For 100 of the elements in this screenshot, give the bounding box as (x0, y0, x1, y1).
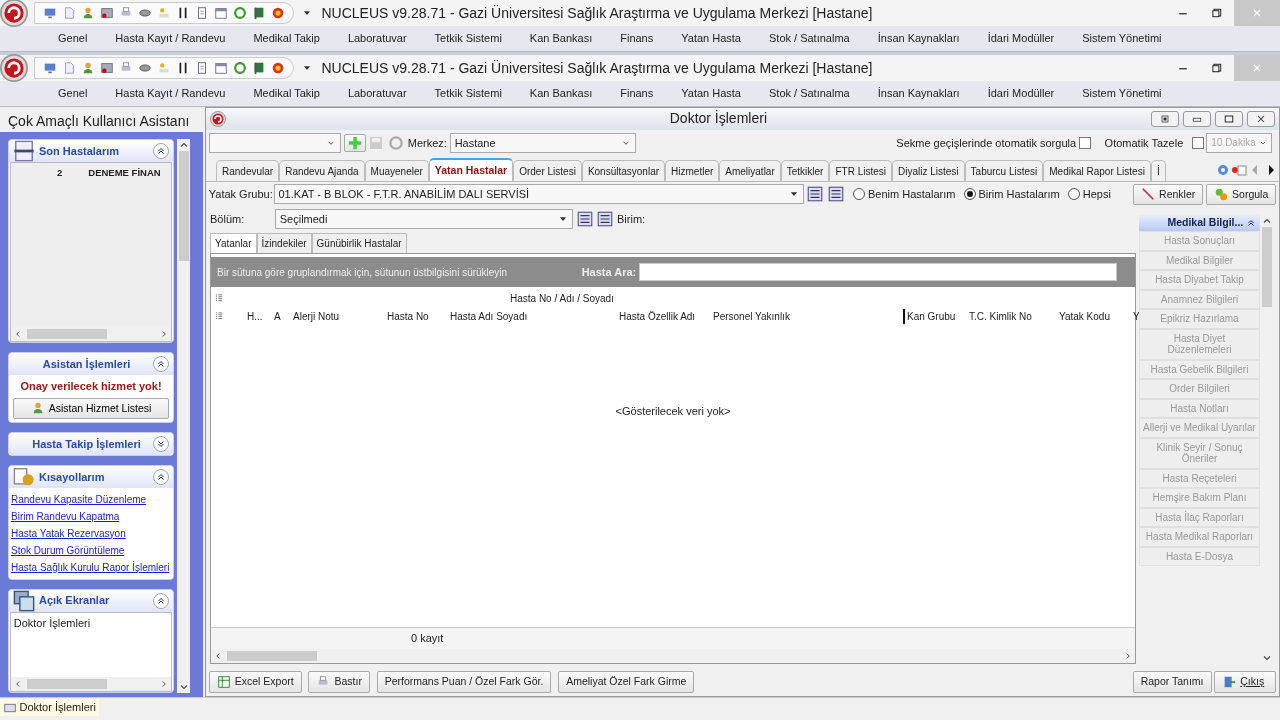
menu-item[interactable]: Hasta Kayıt / Randevu (101, 30, 240, 47)
shortcut-link[interactable]: Hasta Yatak Rezervasyon (9, 524, 173, 542)
menu-item[interactable]: Laboratuvar (333, 30, 421, 47)
tab[interactable]: FTR Listesi (829, 159, 892, 181)
burst-icon[interactable] (270, 61, 285, 75)
assistant-list-button[interactable]: Asistan Hizmet Listesi (13, 397, 169, 420)
window-icon[interactable] (99, 61, 114, 75)
menu-item[interactable]: Finans (606, 30, 668, 47)
restore-button[interactable] (1151, 110, 1179, 127)
tab[interactable]: Order Listesi (513, 159, 582, 181)
refresh-icon[interactable] (232, 6, 247, 20)
tab[interactable]: Randevu Ajanda (279, 159, 365, 181)
tab[interactable]: Yatan Hastalar (428, 157, 514, 181)
menu-item[interactable]: Sistem Yönetimi (1068, 30, 1176, 47)
menu-item[interactable]: Yatan Hasta (667, 30, 755, 47)
side-panel-header[interactable]: Medikal Bilgil... (1139, 215, 1260, 232)
menu-item[interactable]: Tetkik Sistemi (420, 30, 516, 47)
maximize-button[interactable] (1215, 110, 1243, 127)
menu-item[interactable]: Sistem Yönetimi (1068, 85, 1176, 102)
shortcut-link[interactable]: Birim Randevu Kapatma (9, 507, 173, 525)
menu-item[interactable]: İnsan Kaynakları (863, 30, 974, 47)
tab[interactable]: Konsültasyonlar (581, 159, 666, 181)
tab[interactable]: Taburcu Listesi (964, 159, 1044, 181)
list-view-icon[interactable] (806, 185, 825, 204)
collapse-toggle[interactable] (153, 356, 169, 372)
shortcut-link[interactable]: Hasta Sağlık Kurulu Rapor İşlemleri (9, 558, 173, 576)
scrollbar[interactable] (11, 676, 171, 691)
menu-item[interactable]: Tetkik Sistemi (420, 85, 516, 102)
column-header[interactable]: A (274, 308, 293, 324)
menu-item[interactable]: İdari Modüller (973, 85, 1069, 102)
pill-icon[interactable] (137, 61, 152, 75)
tab[interactable]: Medikal Rapor Listesi (1043, 159, 1151, 181)
monitor-icon[interactable] (42, 61, 57, 75)
minimize-button[interactable] (1183, 110, 1211, 127)
menu-item[interactable]: Kan Bankası (515, 30, 607, 47)
bolum-dropdown[interactable]: Seçilmedi (274, 209, 573, 230)
menu-item[interactable]: Hasta Kayıt / Randevu (101, 85, 240, 102)
scroll-thumb[interactable] (1261, 227, 1272, 308)
column-header[interactable]: T.C. Kimlik No (969, 308, 1059, 324)
tab[interactable]: Günübirlik Hastalar (311, 233, 407, 254)
tab[interactable]: Muayeneler (364, 159, 429, 181)
tab[interactable]: Diyaliz Listesi (892, 159, 965, 181)
tab[interactable]: Hizmetler (665, 159, 720, 181)
merkez-dropdown[interactable]: Hastane (449, 132, 636, 153)
column-header[interactable]: H... (247, 308, 274, 324)
collapse-toggle[interactable] (153, 592, 169, 609)
dropdown-field[interactable] (208, 132, 341, 153)
list-view-icon[interactable] (575, 210, 594, 229)
toolbar-button[interactable]: Rapor Tanımı (1132, 671, 1212, 693)
scroll-thumb[interactable] (178, 151, 189, 261)
menu-item[interactable]: İnsan Kaynakları (863, 85, 974, 102)
menu-item[interactable]: Genel (44, 85, 102, 102)
scrollbar[interactable] (211, 649, 1135, 664)
collapse-toggle[interactable] (153, 143, 169, 159)
scroll-thumb[interactable] (227, 651, 317, 662)
list-view-icon[interactable] (596, 210, 615, 229)
menu-item[interactable]: Medikal Takip (239, 85, 334, 102)
toolbar-button[interactable]: Bastır (308, 671, 370, 693)
status-item[interactable]: Doktor İşlemleri (0, 699, 99, 716)
menu-item[interactable]: Stok / Satınalma (755, 30, 864, 47)
column-header[interactable]: Y (1133, 308, 1141, 324)
tab[interactable]: Yatanlar (210, 233, 257, 254)
query-button[interactable]: Sorgula (1206, 183, 1277, 206)
monitor-icon[interactable] (42, 6, 57, 20)
toolbar-button[interactable]: Excel Export (208, 671, 302, 693)
yatak-dropdown[interactable]: 01.KAT - B BLOK - F.T.R. ANABİLİM DALI SERVİSİ (273, 184, 804, 205)
column-header[interactable]: Kan Grubu (903, 308, 969, 324)
column-header[interactable]: Hasta No (387, 308, 450, 324)
logo-icon[interactable] (0, 54, 28, 82)
tab[interactable]: Tetkikler (780, 159, 830, 181)
checkbox[interactable] (1078, 136, 1091, 149)
tab[interactable]: İzindekiler (256, 233, 312, 254)
column-header[interactable]: Yatak Kodu (1059, 308, 1133, 324)
refresh-icon[interactable] (232, 61, 247, 75)
pill-icon[interactable] (137, 6, 152, 20)
open-screen-item[interactable]: Doktor İşlemleri (13, 617, 91, 630)
shortcut-link[interactable]: Randevu Kapasite Düzenleme (9, 490, 173, 508)
tab[interactable]: Ameliyatlar (719, 159, 781, 181)
collapse-toggle[interactable] (153, 436, 169, 452)
menu-item[interactable]: Kan Bankası (515, 85, 607, 102)
checkbox[interactable] (1191, 136, 1204, 149)
tab[interactable]: Randevular (216, 159, 280, 181)
shortcut-link[interactable]: Stok Durum Görüntüleme (9, 541, 173, 559)
scrollbar[interactable] (177, 139, 190, 693)
scroll-thumb[interactable] (27, 678, 107, 689)
calendar-icon[interactable] (213, 61, 228, 75)
search-field[interactable] (639, 263, 1117, 282)
menu-item[interactable]: Genel (44, 30, 102, 47)
radio-option[interactable]: Hepsi (1067, 186, 1111, 203)
menu-item[interactable]: Laboratuvar (333, 85, 421, 102)
column-header[interactable]: Alerji Notu (293, 308, 387, 324)
window-icon[interactable] (99, 6, 114, 20)
menu-item[interactable]: Finans (606, 85, 668, 102)
list-view-icon[interactable] (827, 185, 845, 204)
menu-item[interactable]: İdari Modüller (973, 30, 1069, 47)
burst-icon[interactable] (270, 6, 285, 20)
toolbar-button[interactable]: Ameliyat Özel Fark Girme (558, 671, 695, 693)
toolbar-button[interactable]: Performans Puan / Özel Fark Gör. (376, 671, 552, 693)
menu-item[interactable]: Stok / Satınalma (755, 85, 864, 102)
radio-option[interactable]: Birim Hastalarım (963, 186, 1060, 203)
